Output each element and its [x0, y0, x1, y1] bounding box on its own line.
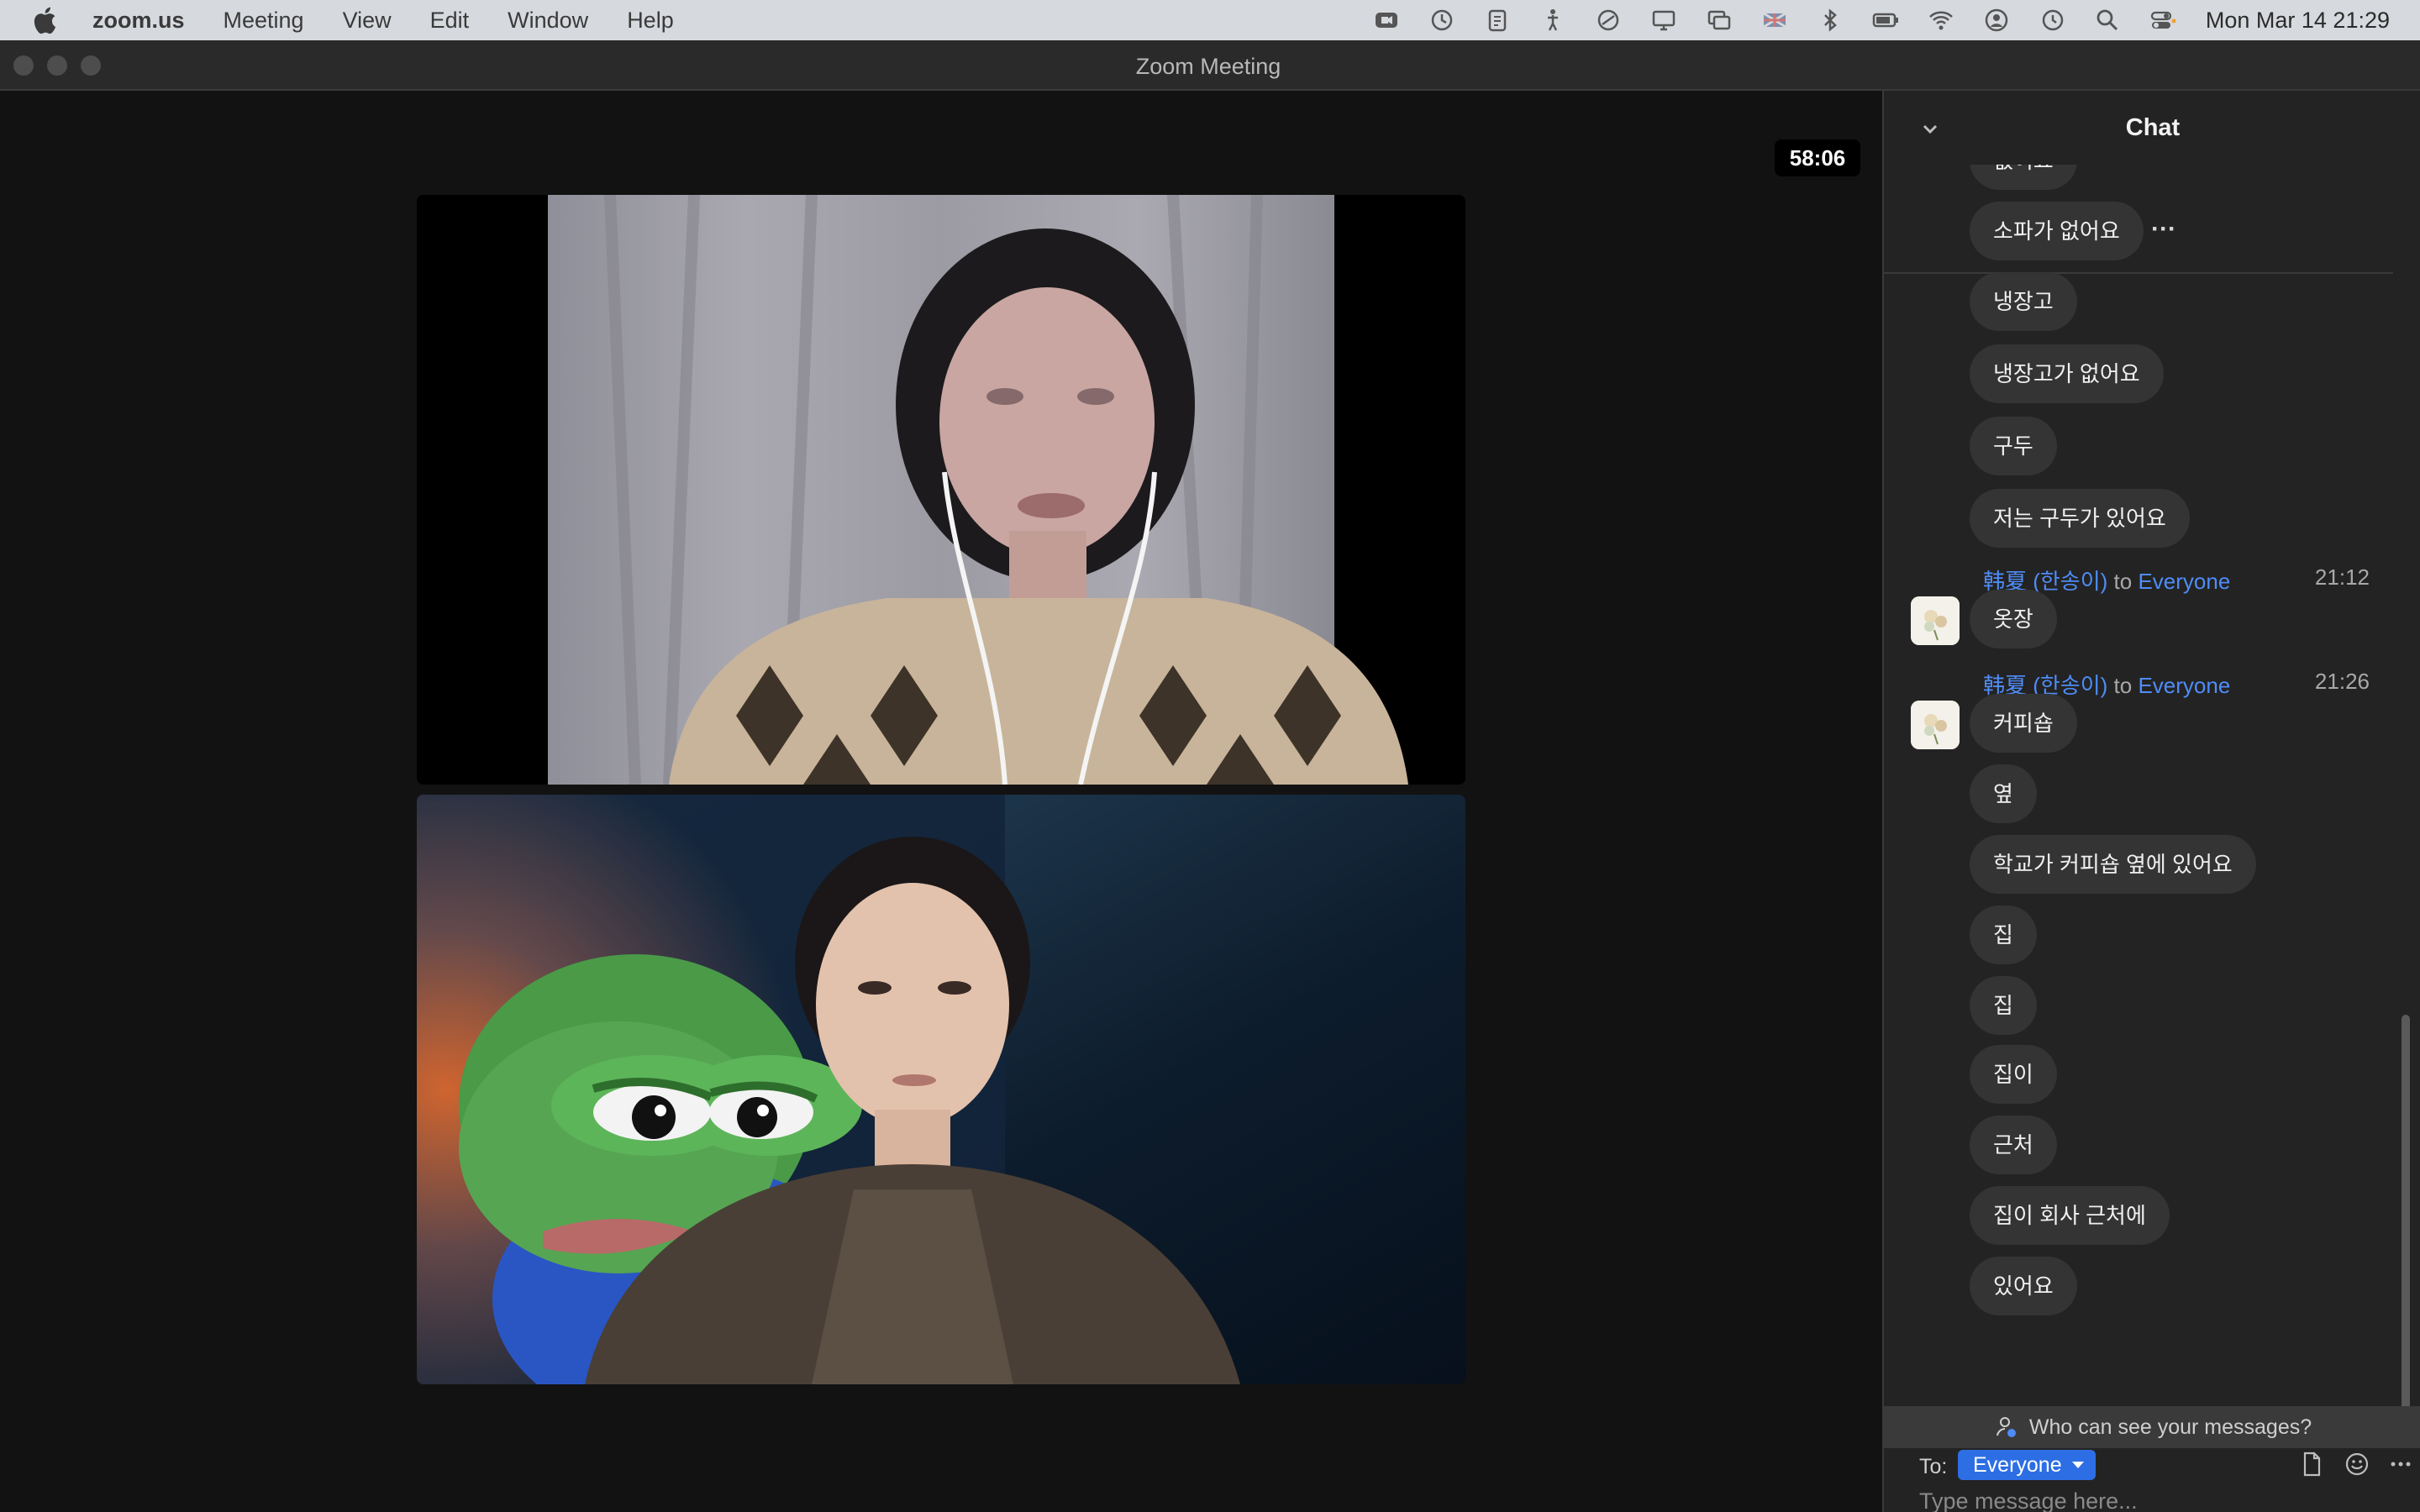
menu-view[interactable]: View — [343, 8, 392, 34]
participant-video-tile[interactable] — [417, 195, 1465, 785]
person-info-icon — [1996, 1417, 2016, 1437]
zoom-camera-icon[interactable] — [1372, 6, 1401, 34]
chat-message[interactable]: 근처 — [1970, 1116, 2057, 1174]
control-center-icon[interactable] — [2149, 6, 2177, 34]
macos-menubar: zoom.us Meeting View Edit Window Help Mo… — [0, 0, 2420, 40]
chat-message[interactable]: 있어요 — [1970, 1257, 2077, 1315]
message-timestamp: 21:12 — [2314, 564, 2370, 590]
chat-message[interactable]: 냉장고가 없어요 — [1970, 344, 2164, 403]
to-word: to — [2113, 569, 2133, 594]
chat-message[interactable]: 집 — [1970, 906, 2037, 964]
wifi-icon[interactable] — [1927, 6, 1955, 34]
more-options-icon[interactable] — [2386, 1450, 2415, 1478]
self-video-feed — [417, 795, 1465, 1384]
window-title: Zoom Meeting — [1135, 54, 1281, 79]
recipient-name: Everyone — [2138, 569, 2231, 594]
time-machine-icon[interactable] — [1428, 6, 1456, 34]
menu-help[interactable]: Help — [627, 8, 674, 34]
flower-avatar-icon — [1911, 596, 1960, 645]
message-timestamp: 21:26 — [2314, 669, 2370, 694]
clipboard-icon[interactable] — [1483, 6, 1512, 34]
chat-message[interactable]: 집이 — [1970, 1045, 2057, 1104]
recipient-dropdown[interactable]: Everyone — [1958, 1450, 2096, 1480]
to-label: To: — [1919, 1455, 1948, 1478]
zoom-window: Zoom Meeting 58:06 Chat 소파가 없어요 ··· 냉장고 … — [0, 40, 2420, 1512]
flower-avatar-icon — [1911, 701, 1960, 749]
chat-header: Chat — [1884, 91, 2420, 165]
input-source-flag-icon[interactable] — [1760, 6, 1789, 34]
chat-compose-area: To: Everyone — [1884, 1450, 2420, 1512]
chat-message-list[interactable]: 없어요 소파가 없어요 ··· 냉장고 냉장고가 없어요 구두 저는 구두가 있… — [1884, 165, 2420, 1406]
meeting-timer: 58:06 — [1775, 139, 1860, 176]
user-account-icon[interactable] — [1982, 6, 2011, 34]
chat-message[interactable]: 구두 — [1970, 417, 2057, 475]
bluetooth-icon[interactable] — [1816, 6, 1844, 34]
chat-panel: Chat 없어요 소파가 없어요 ··· 냉장고 냉장고가 없어요 구두 저는 … — [1882, 91, 2420, 1512]
chat-message[interactable]: 집이 회사 근처에 — [1970, 1186, 2170, 1245]
message-more-options-icon[interactable]: ··· — [2151, 215, 2176, 244]
caret-down-icon — [2071, 1462, 2084, 1468]
recipient-dropdown-value: Everyone — [1973, 1453, 2062, 1477]
avatar — [1911, 596, 1960, 645]
file-attach-icon[interactable] — [2297, 1450, 2326, 1478]
chat-title: Chat — [2125, 114, 2181, 141]
chat-message[interactable]: 없어요 — [1970, 165, 2077, 190]
chat-message-input[interactable] — [1919, 1487, 2390, 1512]
accessibility-icon[interactable] — [1539, 6, 1567, 34]
emoji-icon[interactable] — [2343, 1450, 2371, 1478]
chat-message[interactable]: 커피숍 — [1970, 694, 2077, 753]
menu-meeting[interactable]: Meeting — [224, 8, 304, 34]
do-not-disturb-icon[interactable] — [1594, 6, 1623, 34]
menubar-clock[interactable]: Mon Mar 14 21:29 — [2206, 8, 2390, 34]
self-video-tile[interactable] — [417, 795, 1465, 1384]
who-can-see-text: Who can see your messages? — [2028, 1415, 2312, 1439]
screen: zoom.us Meeting View Edit Window Help Mo… — [0, 0, 2420, 1512]
menu-window[interactable]: Window — [508, 8, 588, 34]
chat-message[interactable]: 옷장 — [1970, 590, 2057, 648]
to-word: to — [2113, 673, 2133, 698]
avatar — [1911, 701, 1960, 749]
chat-message[interactable]: 옆 — [1970, 764, 2037, 823]
who-can-see-messages-link[interactable]: Who can see your messages? — [1884, 1406, 2420, 1448]
chat-message[interactable]: 소파가 없어요 — [1970, 202, 2144, 260]
window-titlebar: Zoom Meeting — [0, 40, 2420, 91]
video-gallery: 58:06 — [0, 91, 1882, 1512]
chat-divider — [1884, 272, 2393, 274]
participant-video-feed — [417, 195, 1465, 785]
menu-app-zoom[interactable]: zoom.us — [92, 8, 185, 34]
chat-message[interactable]: 집 — [1970, 976, 2037, 1035]
chat-message[interactable]: 학교가 커피숍 옆에 있어요 — [1970, 835, 2256, 894]
recipient-name: Everyone — [2138, 673, 2231, 698]
menubar-status-area: Mon Mar 14 21:29 — [1359, 0, 2420, 40]
chat-message[interactable]: 저는 구두가 있어요 — [1970, 489, 2190, 548]
apple-menu-icon[interactable] — [34, 6, 59, 34]
spotlight-search-icon[interactable] — [2093, 6, 2122, 34]
chat-scrollbar[interactable] — [2402, 1015, 2410, 1418]
chat-message[interactable]: 냉장고 — [1970, 272, 2077, 331]
screen-mirroring-icon[interactable] — [1705, 6, 1733, 34]
display-icon[interactable] — [1649, 6, 1678, 34]
battery-icon[interactable] — [1871, 6, 1900, 34]
menu-edit[interactable]: Edit — [430, 8, 470, 34]
history-clock-icon[interactable] — [2038, 6, 2066, 34]
